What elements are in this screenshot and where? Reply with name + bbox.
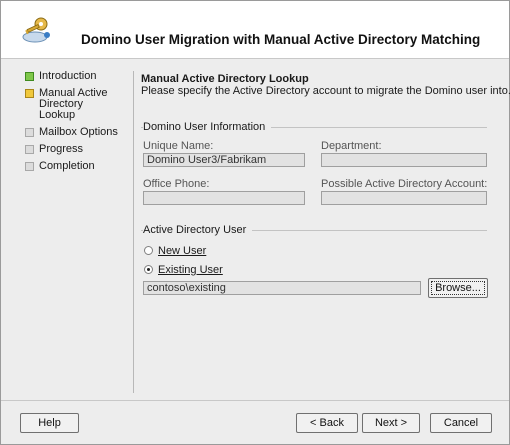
department-label: Department: bbox=[321, 140, 382, 152]
nav-step-label: Progress bbox=[39, 143, 84, 155]
ad-user-group-label: Active Directory User bbox=[143, 224, 253, 236]
nav-step-label: Mailbox Options bbox=[39, 126, 118, 138]
wizard-window: Domino User Migration with Manual Active… bbox=[0, 0, 510, 445]
new-user-label: New User bbox=[158, 245, 207, 257]
page-subtitle: Please specify the Active Directory acco… bbox=[141, 85, 510, 97]
domino-info-group-label: Domino User Information bbox=[143, 121, 272, 133]
nav-step-completion: Completion bbox=[25, 161, 133, 172]
step-pending-icon bbox=[25, 128, 34, 137]
page-title: Manual Active Directory Lookup bbox=[141, 73, 309, 85]
department-field bbox=[321, 153, 487, 167]
new-user-radio[interactable]: New User bbox=[144, 245, 206, 257]
step-pending-icon bbox=[25, 162, 34, 171]
footer-divider bbox=[1, 400, 509, 401]
radio-checked-icon bbox=[144, 265, 153, 274]
back-button[interactable]: < Back bbox=[296, 413, 358, 433]
possible-ad-account-label: Possible Active Directory Account: bbox=[321, 178, 488, 190]
unique-name-label: Unique Name: bbox=[143, 140, 214, 152]
help-button[interactable]: Help bbox=[20, 413, 79, 433]
nav-divider bbox=[133, 71, 134, 393]
key-with-user-icon bbox=[22, 17, 50, 43]
existing-user-radio[interactable]: Existing User bbox=[144, 264, 223, 276]
wizard-title: Domino User Migration with Manual Active… bbox=[81, 32, 481, 47]
header: Domino User Migration with Manual Active… bbox=[1, 1, 509, 59]
nav-step-label: Introduction bbox=[39, 70, 97, 82]
office-phone-label: Office Phone: bbox=[143, 178, 210, 190]
office-phone-field bbox=[143, 191, 305, 205]
nav-step-label: Completion bbox=[39, 160, 95, 172]
existing-account-field[interactable]: contoso\existing bbox=[143, 281, 421, 295]
wizard-steps-nav: Introduction Manual Active Directory Loo… bbox=[25, 71, 133, 178]
step-current-icon bbox=[25, 89, 34, 98]
nav-step-label: Manual Active Directory Lookup bbox=[39, 87, 108, 121]
nav-step-progress: Progress bbox=[25, 144, 133, 155]
nav-step-manual-ad-lookup: Manual Active Directory Lookup bbox=[25, 88, 119, 121]
nav-step-introduction: Introduction bbox=[25, 71, 133, 82]
next-button[interactable]: Next > bbox=[362, 413, 420, 433]
radio-unchecked-icon bbox=[144, 246, 153, 255]
step-done-icon bbox=[25, 72, 34, 81]
cancel-button[interactable]: Cancel bbox=[430, 413, 492, 433]
possible-ad-account-field bbox=[321, 191, 487, 205]
unique-name-field: Domino User3/Fabrikam bbox=[143, 153, 305, 167]
existing-user-label: Existing User bbox=[158, 264, 223, 276]
browse-button[interactable]: Browse... bbox=[428, 278, 488, 298]
step-pending-icon bbox=[25, 145, 34, 154]
nav-step-mailbox-options: Mailbox Options bbox=[25, 127, 133, 138]
